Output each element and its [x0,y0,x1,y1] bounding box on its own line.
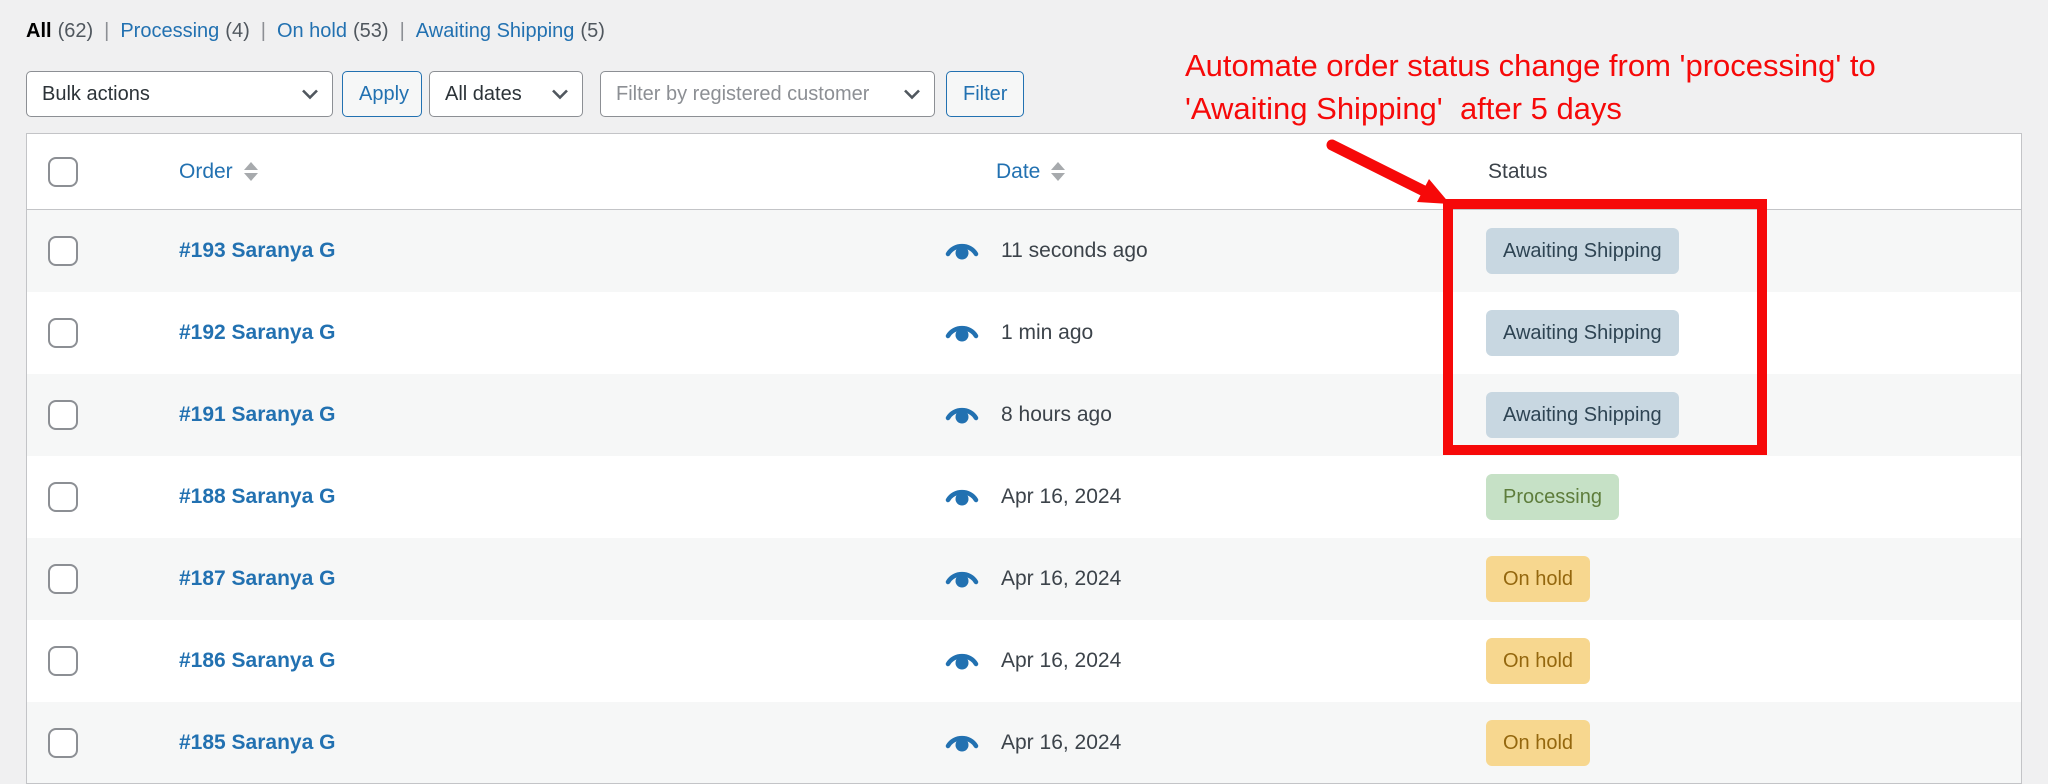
order-date: Apr 16, 2024 [1001,649,1122,672]
row-checkbox[interactable] [48,236,78,266]
orders-page: All (62) | Processing (4) | On hold (53) | Awaiti… [0,0,2048,784]
order-date: 11 seconds ago [1001,239,1148,262]
sort-toggle-icon [243,162,258,181]
eye-icon[interactable] [945,569,979,589]
status-column-label: Status [1488,159,1548,183]
row-checkbox[interactable] [48,400,78,430]
order-link[interactable]: #193 Saranya G [179,239,335,263]
status-badge: On hold [1486,720,1591,766]
table-row: #185 Saranya G Apr 16, 2024 On hold [27,702,2021,783]
annotation-note: Automate order status change from 'proce… [1185,44,1876,130]
status-badge: Awaiting Shipping [1486,392,1679,438]
status-filter-count: (5) [580,20,605,42]
order-date: Apr 16, 2024 [1001,731,1122,754]
order-date: Apr 16, 2024 [1001,485,1122,508]
table-row: #187 Saranya G Apr 16, 2024 On hold [27,538,2021,620]
sort-by-date[interactable]: Date [996,159,1066,184]
sort-toggle-icon [1051,162,1066,181]
eye-icon[interactable] [945,405,979,425]
status-filter-link[interactable]: On hold (53) [277,20,389,43]
eye-icon[interactable] [945,241,979,261]
chevron-down-icon [903,89,921,100]
status-filter-links: All (62) | Processing (4) | On hold (53) | Awaiti… [26,20,605,43]
order-date: 8 hours ago [1001,403,1112,426]
filter-button[interactable]: Filter [946,71,1025,117]
bulk-actions-select[interactable]: Bulk actions [26,71,333,117]
sort-by-order[interactable]: Order [179,160,258,184]
status-badge: Processing [1486,474,1619,520]
eye-icon[interactable] [945,651,979,671]
status-badge: On hold [1486,556,1591,602]
status-filter-link[interactable]: All (62) [26,20,93,43]
eye-icon[interactable] [945,733,979,753]
row-checkbox[interactable] [48,482,78,512]
order-link[interactable]: #192 Saranya G [179,321,335,345]
status-badge: On hold [1486,638,1591,684]
table-row: #192 Saranya G 1 min ago Awaiting Shipping [27,292,2021,374]
order-link[interactable]: #187 Saranya G [179,567,335,591]
filter-separator: | [104,20,110,42]
status-badge: Awaiting Shipping [1486,228,1679,274]
date-column-label: Date [996,159,1041,183]
status-filter-label: Awaiting Shipping [415,20,575,42]
status-filter-count: (53) [353,20,389,42]
status-badge: Awaiting Shipping [1486,310,1679,356]
status-filter-link[interactable]: Processing (4) [120,20,249,43]
bulk-actions-value: Bulk actions [42,82,150,105]
eye-icon[interactable] [945,323,979,343]
status-filter-label: All [26,20,52,42]
order-column-label: Order [179,159,233,183]
date-filter-select[interactable]: All dates [429,71,583,117]
status-filter-label: On hold [276,20,347,42]
row-checkbox[interactable] [48,564,78,594]
status-filter-link[interactable]: Awaiting Shipping (5) [416,20,605,43]
row-checkbox[interactable] [48,318,78,348]
order-link[interactable]: #186 Saranya G [179,649,335,673]
apply-button[interactable]: Apply [342,71,422,117]
order-link[interactable]: #191 Saranya G [179,403,335,427]
status-filter-label: Processing [120,20,220,42]
customer-filter-select[interactable]: Filter by registered customer [600,71,935,117]
orders-table-body: #193 Saranya G 11 seconds ago Awaiting Shi… [27,210,2021,783]
table-row: #188 Saranya G Apr 16, 2024 Processing [27,456,2021,538]
date-filter-value: All dates [445,82,522,105]
eye-icon[interactable] [945,487,979,507]
row-checkbox[interactable] [48,646,78,676]
table-row: #186 Saranya G Apr 16, 2024 On hold [27,620,2021,702]
select-all-checkbox[interactable] [48,157,78,187]
filter-separator: | [399,20,405,42]
order-link[interactable]: #188 Saranya G [179,485,335,509]
status-filter-count: (4) [225,20,250,42]
table-row: #193 Saranya G 11 seconds ago Awaiting Shi… [27,210,2021,292]
order-date: Apr 16, 2024 [1001,567,1122,590]
filter-separator: | [260,20,266,42]
chevron-down-icon [551,89,569,100]
annotation-line-1: Automate order status change from 'proce… [1185,48,1876,83]
table-row: #191 Saranya G 8 hours ago Awaiting Shippi… [27,374,2021,456]
customer-filter-placeholder: Filter by registered customer [616,82,870,105]
chevron-down-icon [301,89,319,100]
orders-table: Order Date Status #193 Saranya G 11 secon… [26,133,2022,784]
status-filter-count: (62) [57,20,94,42]
annotation-arrow-icon [1326,139,1450,204]
annotation-line-2: 'Awaiting Shipping' after 5 days [1185,91,1622,126]
row-checkbox[interactable] [48,728,78,758]
table-header: Order Date Status [27,134,2021,210]
order-link[interactable]: #185 Saranya G [179,731,335,755]
order-date: 1 min ago [1001,321,1094,344]
